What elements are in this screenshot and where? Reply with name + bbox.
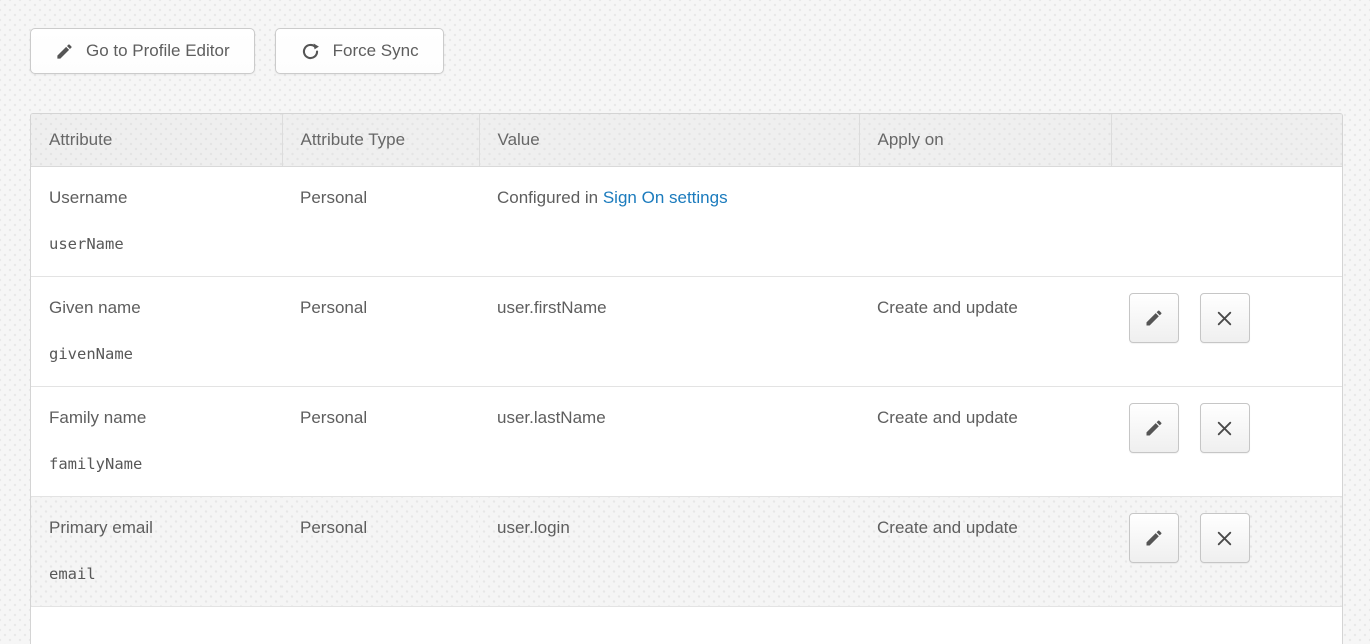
attribute-variable-name: userName <box>49 235 272 253</box>
attribute-cell: Primary email email <box>31 496 282 606</box>
column-header-value: Value <box>479 114 859 166</box>
apply-on-cell: Create and update <box>859 496 1111 606</box>
value-prefix-text: Configured in <box>497 188 603 207</box>
force-sync-button[interactable]: Force Sync <box>275 28 444 74</box>
table-header-row: Attribute Attribute Type Value Apply on <box>31 114 1342 166</box>
close-icon <box>1215 529 1234 548</box>
value-cell: user.login <box>479 496 859 606</box>
apply-on-cell: Create and update <box>859 386 1111 496</box>
attribute-cell: Username userName <box>31 166 282 276</box>
pencil-icon <box>1144 418 1164 438</box>
attribute-type-cell: Personal <box>282 496 479 606</box>
value-cell: Configured in Sign On settings <box>479 166 859 276</box>
table-row-partial <box>31 606 1342 644</box>
attribute-label: Primary email <box>49 518 272 538</box>
column-header-attribute: Attribute <box>31 114 282 166</box>
delete-attribute-button[interactable] <box>1200 403 1250 453</box>
go-to-profile-editor-button[interactable]: Go to Profile Editor <box>30 28 255 74</box>
force-sync-label: Force Sync <box>333 41 419 61</box>
attribute-variable-name: familyName <box>49 455 272 473</box>
attribute-variable-name: givenName <box>49 345 272 363</box>
attribute-cell: Family name familyName <box>31 386 282 496</box>
value-cell: user.lastName <box>479 386 859 496</box>
attribute-label: Given name <box>49 298 272 318</box>
pencil-icon <box>55 42 74 61</box>
delete-attribute-button[interactable] <box>1200 293 1250 343</box>
edit-attribute-button[interactable] <box>1129 293 1179 343</box>
attribute-mappings-table: Attribute Attribute Type Value Apply on … <box>30 113 1343 644</box>
close-icon <box>1215 309 1234 328</box>
actions-cell <box>1111 166 1342 276</box>
actions-cell <box>1111 496 1342 606</box>
column-header-attribute-type: Attribute Type <box>282 114 479 166</box>
edit-attribute-button[interactable] <box>1129 403 1179 453</box>
table-row: Given name givenName Personal user.first… <box>31 276 1342 386</box>
refresh-icon <box>300 41 321 62</box>
table-row: Family name familyName Personal user.las… <box>31 386 1342 496</box>
attribute-cell: Given name givenName <box>31 276 282 386</box>
actions-cell <box>1111 276 1342 386</box>
attribute-type-cell: Personal <box>282 166 479 276</box>
column-header-apply-on: Apply on <box>859 114 1111 166</box>
table-row: Username userName Personal Configured in… <box>31 166 1342 276</box>
edit-attribute-button[interactable] <box>1129 513 1179 563</box>
attribute-label: Username <box>49 188 272 208</box>
go-to-profile-editor-label: Go to Profile Editor <box>86 41 230 61</box>
attribute-variable-name: email <box>49 565 272 583</box>
attribute-type-cell: Personal <box>282 386 479 496</box>
partial-row-cell <box>31 606 1342 644</box>
sign-on-settings-link[interactable]: Sign On settings <box>603 188 728 207</box>
apply-on-cell: Create and update <box>859 276 1111 386</box>
toolbar: Go to Profile Editor Force Sync <box>0 0 1370 74</box>
column-header-actions <box>1111 114 1342 166</box>
close-icon <box>1215 419 1234 438</box>
attribute-label: Family name <box>49 408 272 428</box>
pencil-icon <box>1144 528 1164 548</box>
table-row: Primary email email Personal user.login … <box>31 496 1342 606</box>
attribute-type-cell: Personal <box>282 276 479 386</box>
apply-on-cell <box>859 166 1111 276</box>
delete-attribute-button[interactable] <box>1200 513 1250 563</box>
actions-cell <box>1111 386 1342 496</box>
value-cell: user.firstName <box>479 276 859 386</box>
pencil-icon <box>1144 308 1164 328</box>
